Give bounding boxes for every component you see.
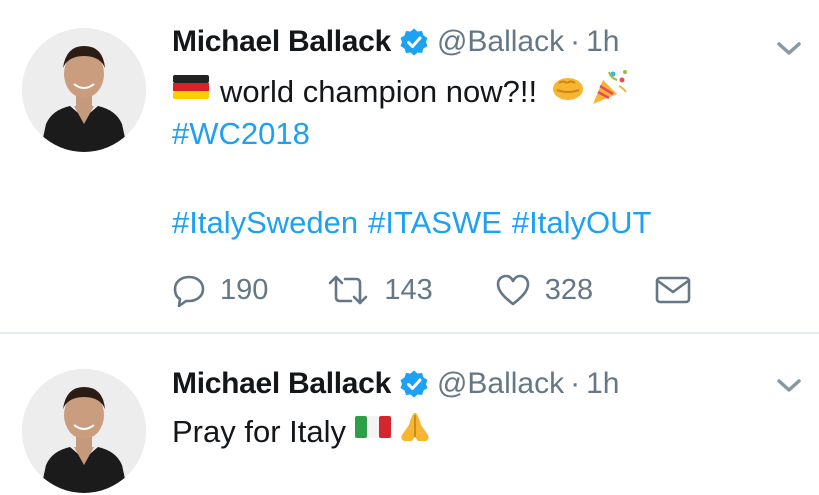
folded-hands-emoji — [398, 409, 432, 455]
tweet-text: world champion now?!! — [220, 74, 538, 109]
separator-dot: · — [570, 367, 581, 400]
author-handle[interactable]: @Ballack — [437, 367, 564, 401]
timestamp[interactable]: 1h — [586, 25, 619, 59]
tweet-actions: 190 143 328 — [172, 268, 691, 312]
timestamp[interactable]: 1h — [586, 367, 619, 401]
party-popper-emoji — [589, 68, 629, 116]
avatar[interactable] — [22, 28, 146, 152]
tweet[interactable]: Michael Ballack @Ballack · 1h Pray for I… — [0, 337, 819, 495]
oncoming-fist-emoji — [551, 72, 585, 112]
hashtag-link[interactable]: #ItalyOUT — [512, 203, 652, 243]
retweet-icon — [326, 273, 370, 307]
tweet[interactable]: Michael Ballack @Ballack · 1h world cham… — [0, 0, 819, 332]
chevron-down-icon[interactable] — [772, 36, 806, 60]
heart-icon — [495, 273, 531, 307]
like-count: 328 — [544, 273, 594, 306]
direct-message-button[interactable] — [655, 275, 691, 305]
envelope-icon — [655, 275, 691, 305]
germany-flag-emoji — [172, 72, 210, 112]
hashtag-link[interactable]: #ItalySweden — [172, 203, 358, 243]
author-name[interactable]: Michael Ballack — [172, 25, 391, 59]
reply-icon — [172, 273, 206, 307]
reply-button[interactable]: 190 — [172, 273, 268, 307]
separator-dot: · — [570, 25, 581, 58]
reply-count: 190 — [220, 273, 269, 306]
tweet-text-line-3: #ItalySweden #ITASWE #ItalyOUT — [172, 203, 651, 243]
author-name[interactable]: Michael Ballack — [172, 367, 391, 401]
tweet-text-line-1: Pray for Italy — [172, 409, 432, 455]
italy-flag-emoji — [354, 412, 392, 452]
tweet-text-line-2: #WC2018 — [172, 114, 310, 154]
hashtag-link[interactable]: #WC2018 — [172, 114, 310, 154]
hashtag-link[interactable]: #ITASWE — [368, 203, 502, 243]
like-button[interactable]: 328 — [495, 273, 593, 307]
verified-badge-icon — [399, 369, 429, 399]
retweet-button[interactable]: 143 — [326, 273, 433, 307]
tweet-divider — [0, 332, 819, 334]
chevron-down-icon[interactable] — [772, 373, 806, 397]
retweet-count: 143 — [384, 273, 433, 306]
verified-badge-icon — [399, 27, 429, 57]
author-handle[interactable]: @Ballack — [437, 25, 564, 59]
tweet-text-line-1: world champion now?!! — [172, 68, 629, 116]
tweet-header: Michael Ballack @Ballack · 1h — [172, 364, 620, 404]
tweet-header: Michael Ballack @Ballack · 1h — [172, 22, 620, 62]
tweet-text: Pray for Italy — [172, 414, 346, 449]
avatar[interactable] — [22, 369, 146, 493]
